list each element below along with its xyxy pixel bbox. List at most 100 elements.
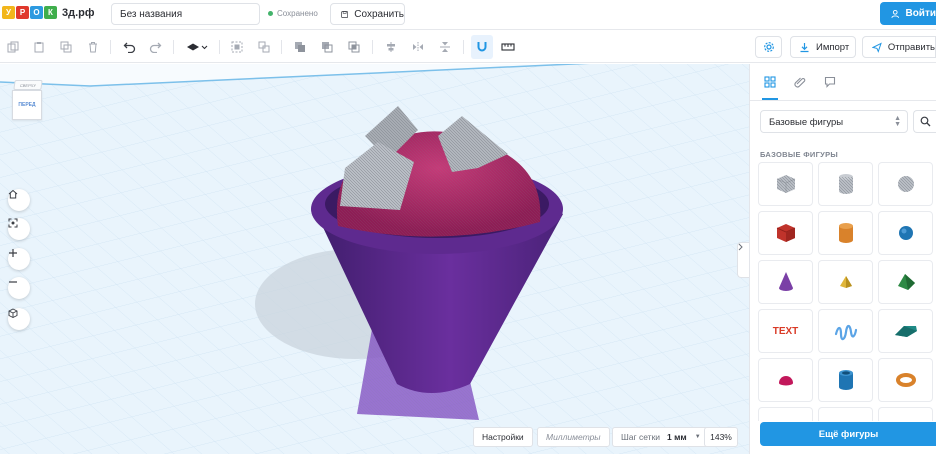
save-icon — [341, 10, 349, 18]
zoom-out-button[interactable] — [8, 277, 30, 299]
undo-icon[interactable] — [121, 39, 137, 55]
grid-step-select[interactable]: Шаг сетки 1 мм ▼ — [612, 427, 710, 447]
category-select[interactable]: Базовые фигуры ▲ ▼ — [760, 110, 908, 133]
ruler-icon[interactable] — [500, 39, 516, 55]
ungroup-icon[interactable] — [256, 39, 272, 55]
units-label: Миллиметры — [546, 432, 601, 442]
shape-hole-cylinder[interactable] — [818, 162, 873, 206]
intersect-icon[interactable] — [346, 39, 362, 55]
save-status: Сохранено — [268, 9, 318, 18]
workspace-scene[interactable] — [0, 64, 749, 454]
send-button[interactable]: Отправить — [862, 36, 936, 58]
perspective-icon — [8, 308, 18, 318]
workspace-canvas[interactable]: СВЕРХУ ПЕРЕД Настройки Миллиметры Шаг се… — [0, 64, 749, 454]
view-cube[interactable]: СВЕРХУ ПЕРЕД — [12, 80, 44, 122]
category-select-value: Базовые фигуры — [769, 117, 844, 128]
shape-tube[interactable] — [818, 358, 873, 402]
shape-sphere[interactable] — [878, 211, 933, 255]
grid-step-label: Шаг сетки — [621, 432, 661, 442]
panel-tabs — [750, 64, 936, 101]
shapes-tab-icon[interactable] — [762, 74, 778, 90]
grid-step-value: 1 мм — [667, 432, 687, 442]
send-icon — [872, 41, 882, 53]
settings-toggle[interactable]: Настройки — [473, 427, 533, 447]
shape-cell-partial[interactable] — [758, 407, 813, 421]
zoom-level-value: 143% — [710, 432, 732, 442]
chevron-updown-icon: ▲ ▼ — [894, 115, 901, 128]
shape-cylinder[interactable] — [818, 211, 873, 255]
hole-cylinder-icon — [838, 174, 853, 194]
save-button[interactable]: Сохранить — [330, 3, 405, 25]
settings-button[interactable] — [755, 36, 782, 58]
pyramid-icon — [839, 276, 852, 288]
solid-icon[interactable] — [292, 39, 308, 55]
hole-sphere-icon — [897, 176, 914, 192]
paste-icon[interactable] — [31, 39, 47, 55]
shape-half-sphere[interactable] — [758, 358, 813, 402]
shape-pyramid[interactable] — [818, 260, 873, 304]
workplane-icon[interactable] — [185, 39, 209, 55]
shape-box[interactable] — [758, 211, 813, 255]
flip-icon[interactable] — [437, 39, 453, 55]
chevron-right-icon — [738, 243, 743, 251]
shape-hole-box[interactable] — [758, 162, 813, 206]
fit-view-icon — [8, 218, 18, 228]
view-cube-top[interactable]: СВЕРХУ — [13, 80, 43, 90]
gear-icon — [763, 42, 774, 52]
top-bar: У Р О К 3д.рф Без названия Сохранено Сох… — [0, 0, 936, 30]
perspective-button[interactable] — [8, 308, 30, 330]
cone-icon — [778, 272, 793, 291]
logo-letter-o: О — [30, 6, 43, 19]
chat-tab-icon[interactable] — [822, 74, 838, 90]
hole-icon[interactable] — [319, 39, 335, 55]
align-icon[interactable] — [383, 39, 399, 55]
logo-letter-u: У — [2, 6, 15, 19]
settings-label: Настройки — [482, 432, 524, 442]
shape-search-button[interactable] — [913, 110, 936, 133]
shape-torus[interactable] — [878, 358, 933, 402]
search-icon — [920, 116, 931, 127]
zoom-level[interactable]: 143% — [704, 427, 738, 447]
redo-icon[interactable] — [147, 39, 163, 55]
download-icon — [800, 42, 809, 52]
zoom-out-icon — [9, 281, 17, 283]
copy-icon[interactable] — [5, 39, 21, 55]
save-status-text: Сохранено — [277, 9, 318, 18]
import-button-label: Импорт — [816, 41, 850, 53]
shape-roof[interactable] — [878, 260, 933, 304]
logo-letter-r: Р — [16, 6, 29, 19]
attach-tab-icon[interactable] — [792, 74, 808, 90]
home-view-button[interactable] — [8, 189, 30, 211]
scribble-icon — [834, 324, 857, 341]
login-button[interactable]: Войти — [880, 2, 936, 25]
shape-scribble[interactable] — [818, 309, 873, 353]
cylinder-icon — [838, 223, 853, 243]
shape-cone[interactable] — [758, 260, 813, 304]
zoom-in-button[interactable] — [8, 248, 30, 270]
logo[interactable]: У Р О К 3д.рф — [2, 6, 95, 19]
delete-icon[interactable] — [85, 39, 101, 55]
mirror-icon[interactable] — [410, 39, 426, 55]
login-button-label: Войти — [905, 8, 936, 19]
shape-wedge[interactable] — [878, 309, 933, 353]
view-cube-front[interactable]: ПЕРЕД — [12, 90, 42, 120]
hole-box-icon — [776, 175, 795, 193]
roof-icon — [897, 274, 915, 290]
shape-cell-partial[interactable] — [878, 407, 933, 421]
chevron-down-icon: ▼ — [694, 434, 701, 440]
import-button[interactable]: Импорт — [790, 36, 856, 58]
toolbar: Импорт Отправить — [0, 31, 936, 63]
status-dot-icon — [268, 11, 273, 16]
duplicate-icon[interactable] — [58, 39, 74, 55]
shape-hole-sphere[interactable] — [878, 162, 933, 206]
magnet-icon[interactable] — [474, 39, 490, 55]
shape-cell-partial[interactable] — [818, 407, 873, 421]
more-shapes-button[interactable]: Ещё фигуры — [760, 422, 936, 446]
shape-text[interactable]: TEXT — [758, 309, 813, 353]
fit-view-button[interactable] — [8, 218, 30, 240]
group-icon[interactable] — [229, 39, 245, 55]
collapse-panel-button[interactable] — [737, 242, 749, 278]
units-display[interactable]: Миллиметры — [537, 427, 610, 447]
document-name-input[interactable]: Без названия — [111, 3, 260, 25]
user-icon — [891, 9, 900, 18]
